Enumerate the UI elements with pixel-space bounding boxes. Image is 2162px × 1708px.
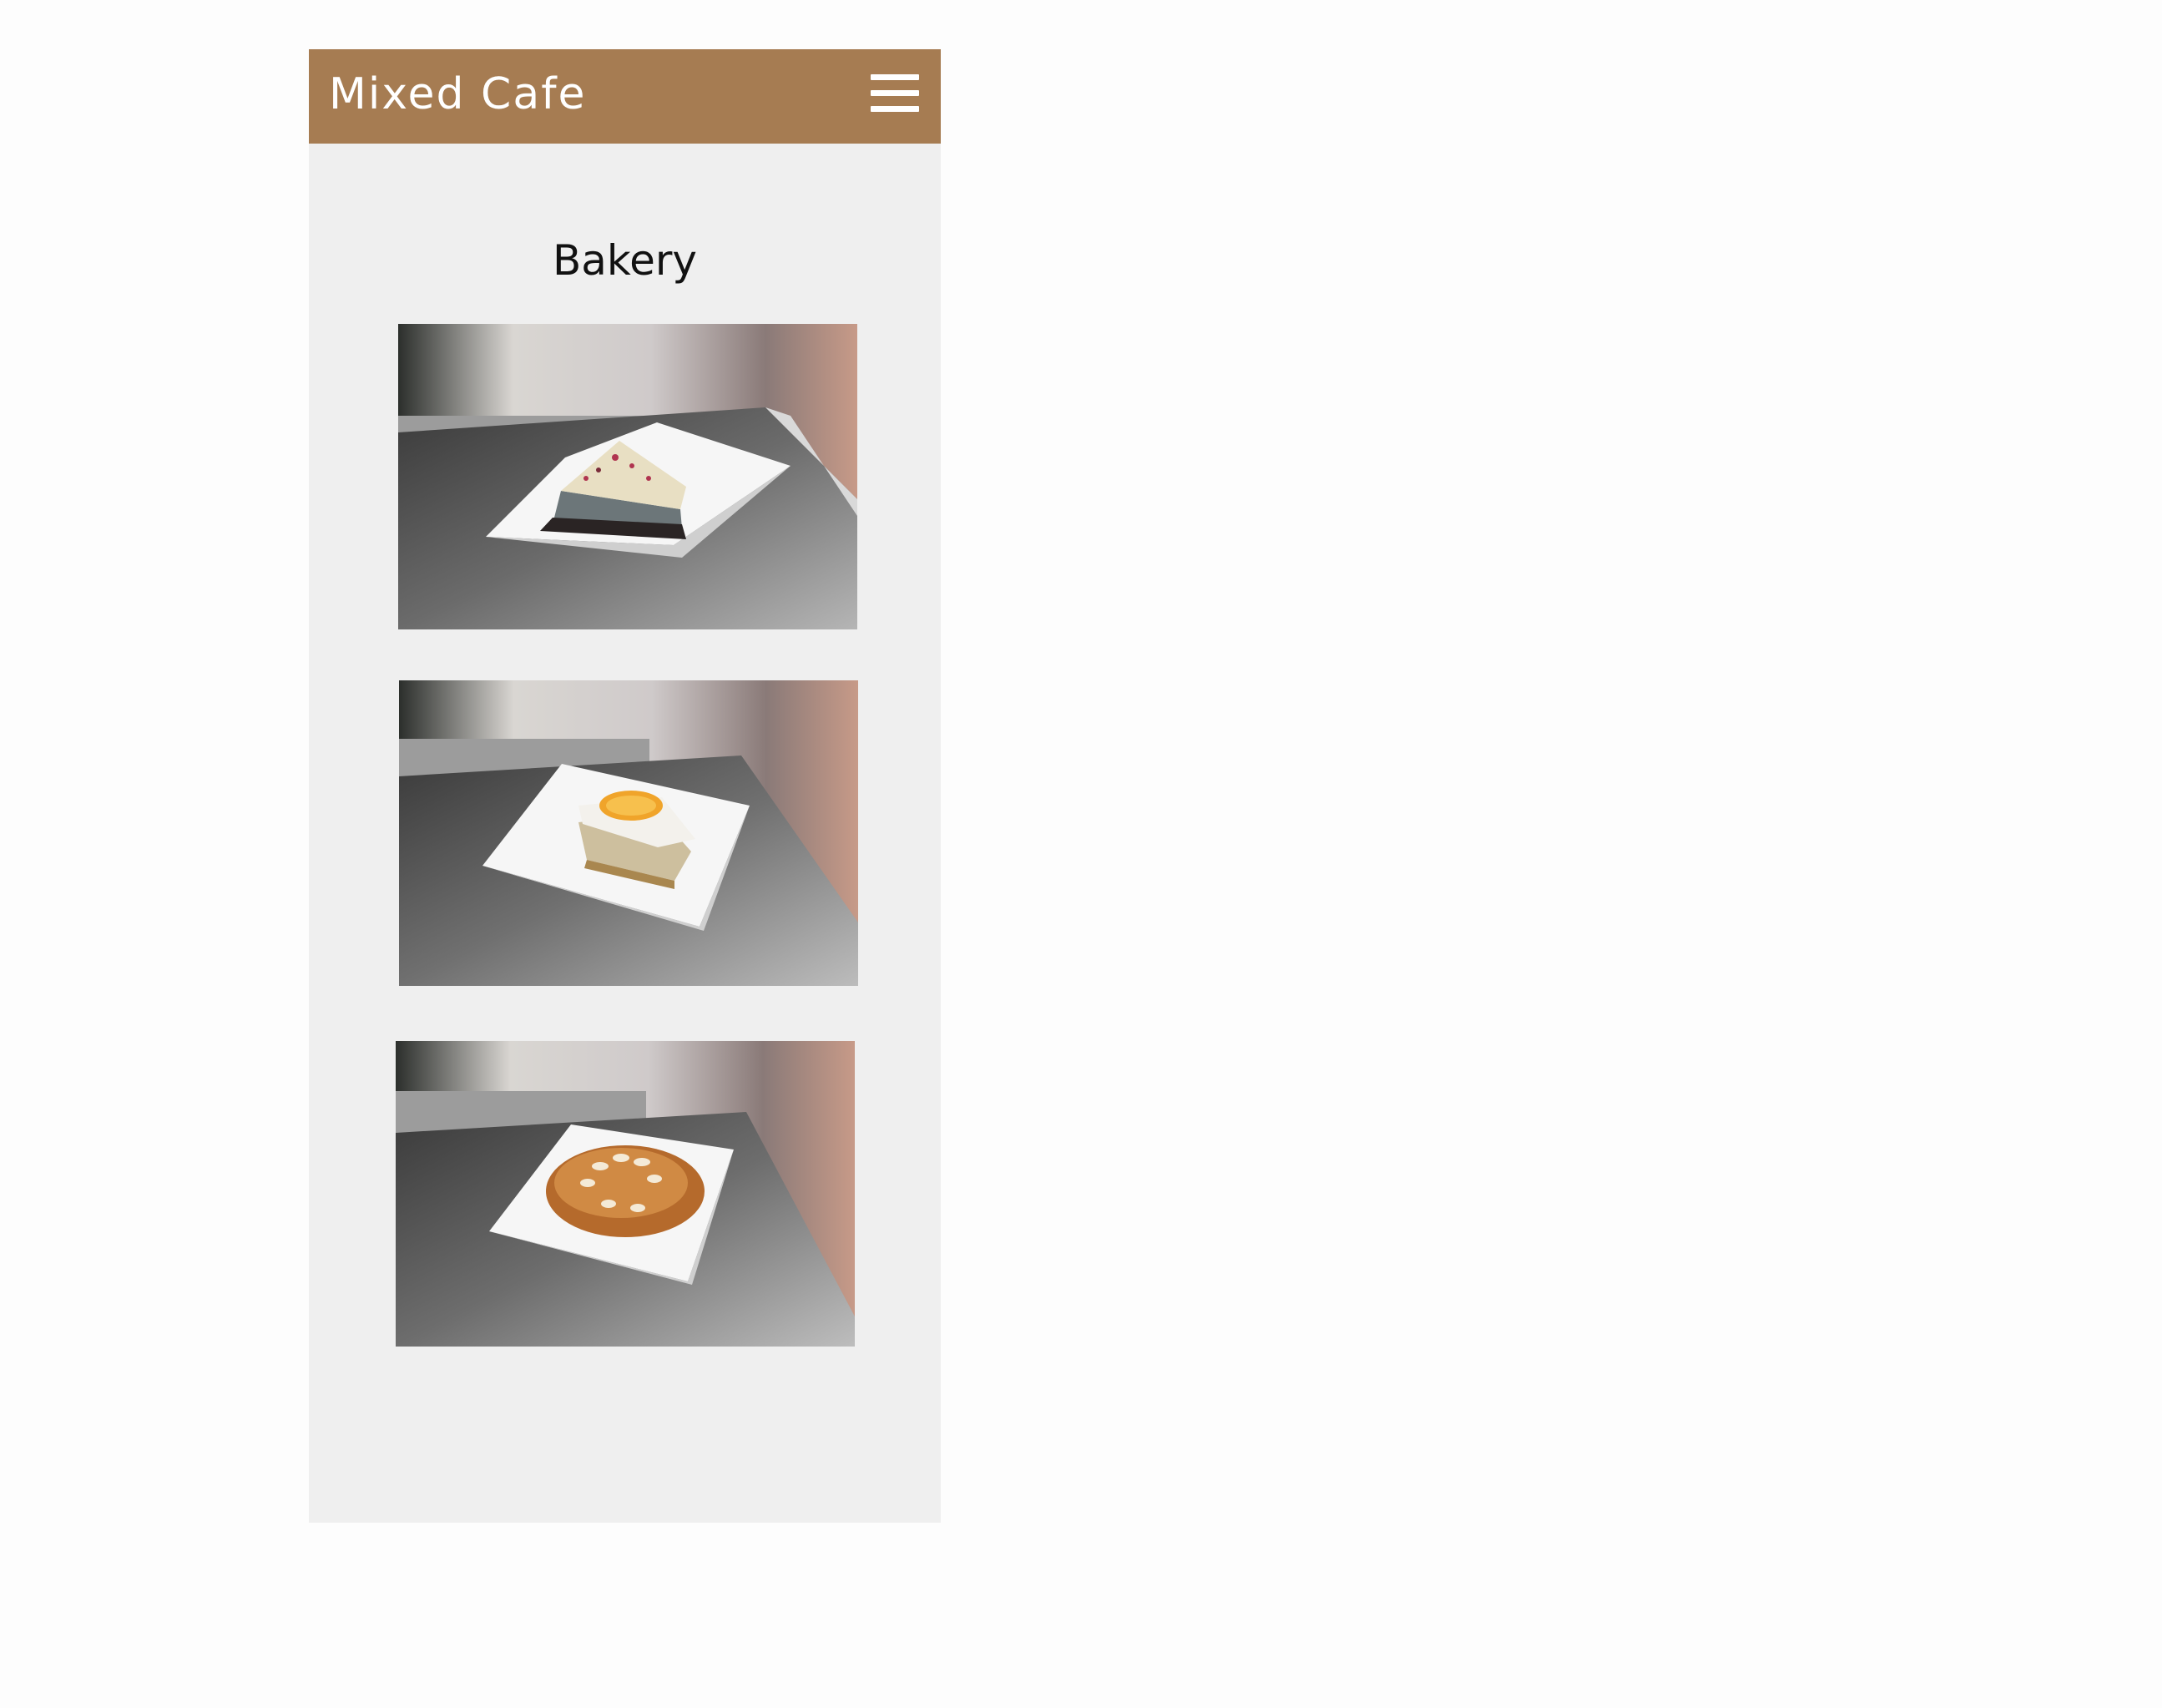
menu-line <box>871 74 919 80</box>
top-navigation-bar: Mixed Cafe <box>309 49 941 144</box>
site-logo-text[interactable]: Mixed Cafe <box>329 64 587 124</box>
almond-croissant-photo[interactable] <box>396 1041 855 1347</box>
menu-line <box>871 106 919 112</box>
orange-cake-square-photo[interactable] <box>399 680 858 986</box>
menu-line <box>871 90 919 96</box>
mobile-viewport: Mixed Cafe Bakery <box>309 49 941 1523</box>
hamburger-menu-icon[interactable] <box>871 74 921 114</box>
cheesecake-slice-photo[interactable] <box>398 324 857 629</box>
section-title: Bakery <box>552 236 698 285</box>
